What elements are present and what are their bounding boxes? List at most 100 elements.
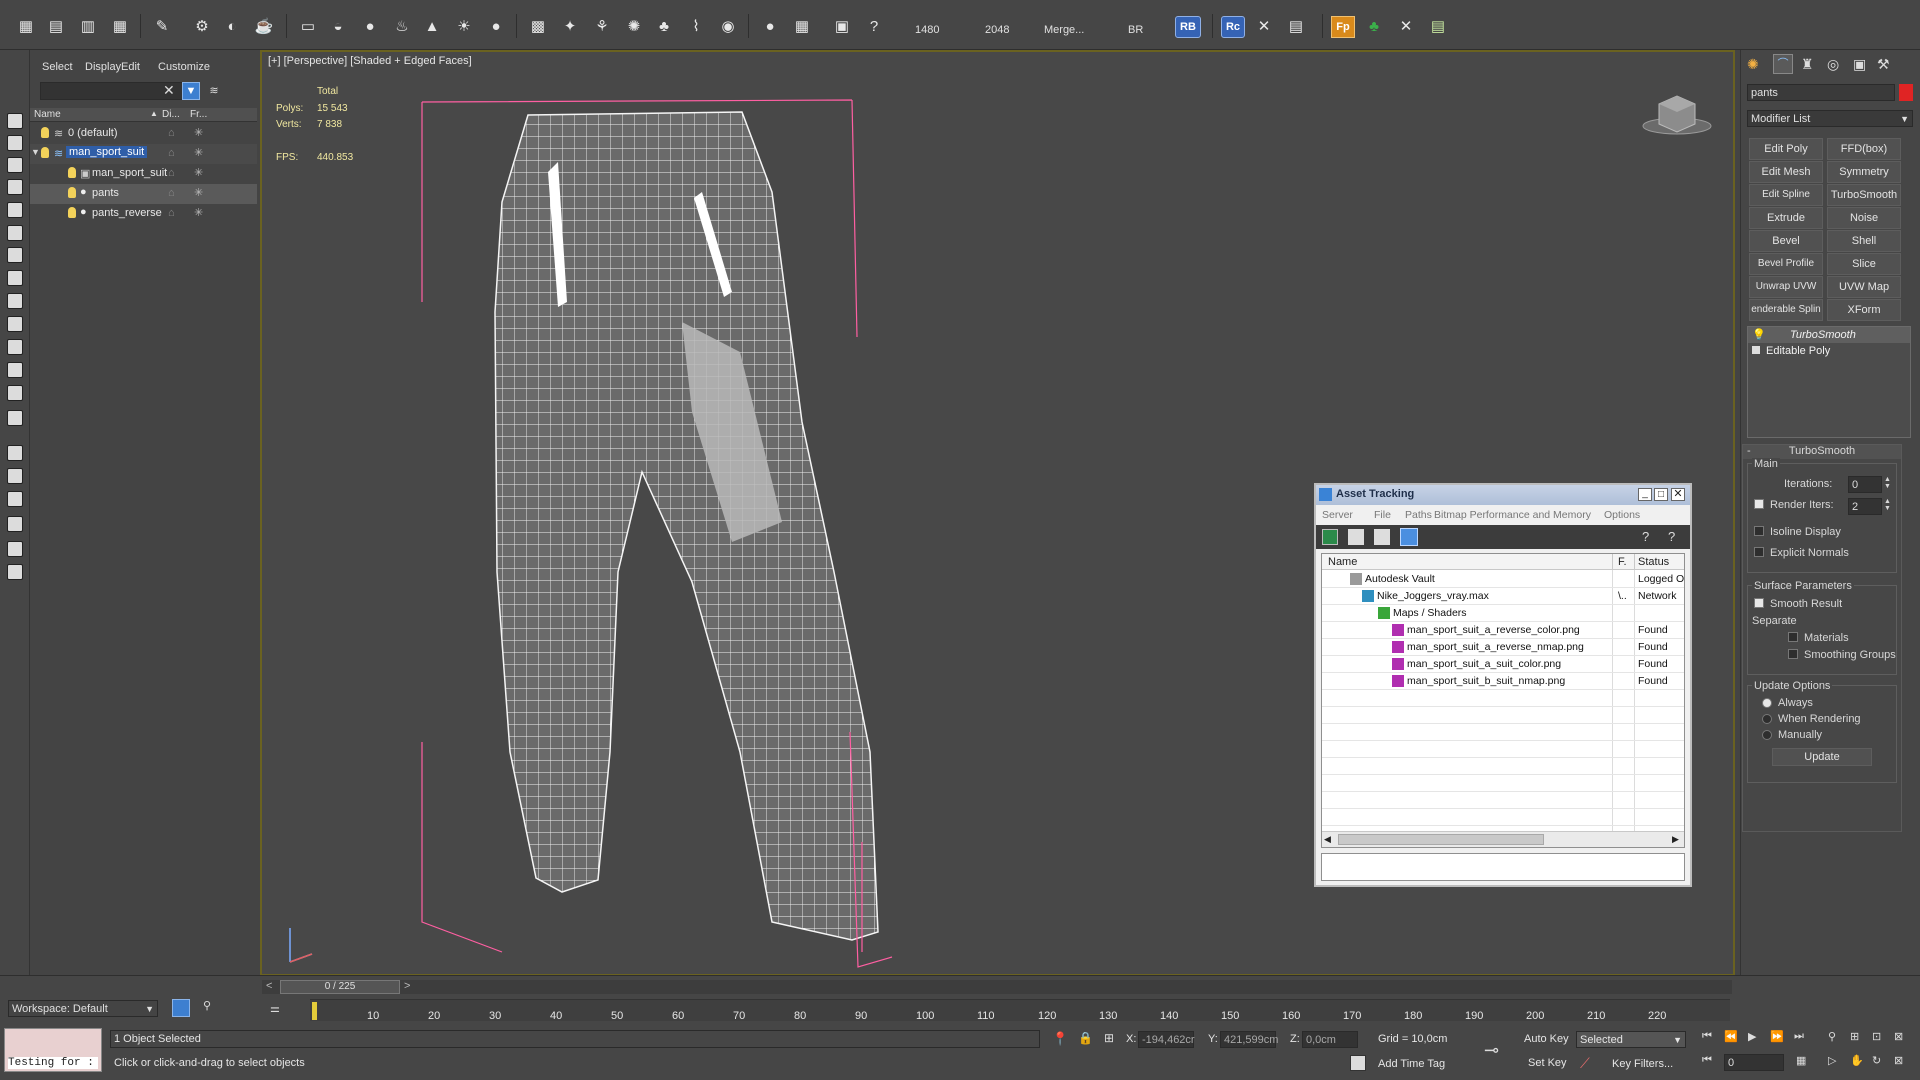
col-status[interactable]: Status <box>1638 556 1669 568</box>
render-iters-spinner[interactable]: 2 <box>1848 498 1882 515</box>
object-color-swatch[interactable] <box>1899 84 1913 101</box>
dome-light-icon[interactable]: ◒ <box>326 14 350 38</box>
zoom-all-icon[interactable]: ⊞ <box>1850 1030 1859 1043</box>
pan-icon[interactable]: ✋ <box>1850 1054 1864 1067</box>
tree-icon[interactable]: ♣ <box>1362 14 1386 38</box>
filter-shape-icon[interactable] <box>7 202 23 218</box>
next-frame-arrow-icon[interactable]: > <box>404 980 410 992</box>
key-filters-button[interactable]: Key Filters... <box>1612 1058 1673 1070</box>
merge-button[interactable]: Merge... <box>1044 24 1084 36</box>
br-button[interactable]: BR <box>1128 24 1143 36</box>
time-tag-icon[interactable] <box>1350 1055 1366 1071</box>
asset-row-texture[interactable]: man_sport_suit_a_reverse_color.png Found <box>1322 622 1684 639</box>
menu-paths[interactable]: Paths <box>1405 509 1432 521</box>
utilities-tab-icon[interactable]: ⚒ <box>1877 56 1890 73</box>
asset-row-texture[interactable]: man_sport_suit_a_suit_color.png Found <box>1322 656 1684 673</box>
freeze-icon[interactable]: ✳ <box>194 146 203 159</box>
help-icon[interactable]: ? <box>1642 529 1649 544</box>
mod-ffd-box-button[interactable]: FFD(box) <box>1827 138 1901 160</box>
menu-edit[interactable]: Edit <box>121 61 140 73</box>
maximize-viewport-icon[interactable]: ⊠ <box>1894 1030 1903 1043</box>
menu-customize[interactable]: Customize <box>158 61 210 73</box>
time-slider-thumb[interactable]: 0 / 225 <box>280 980 400 994</box>
expand-plus-icon[interactable] <box>1752 346 1760 354</box>
minimize-button[interactable]: _ <box>1638 488 1652 501</box>
zoom-icon[interactable]: ⚲ <box>1828 1030 1836 1043</box>
hierarchy-explorer-icon[interactable]: ⚲ <box>198 999 216 1017</box>
filter-light-icon[interactable] <box>7 225 23 241</box>
next-frame-icon[interactable]: ⏩ <box>1770 1030 1784 1043</box>
iterations-spinner[interactable]: 0 <box>1848 476 1882 493</box>
freeze-icon[interactable]: ✳ <box>194 206 203 219</box>
current-frame-marker[interactable] <box>312 1002 317 1020</box>
go-to-end-icon[interactable]: ⏭ <box>1794 1030 1804 1043</box>
refresh-icon[interactable] <box>1322 529 1338 545</box>
menu-select[interactable]: Select <box>42 61 73 73</box>
mod-bevel-profile-button[interactable]: Bevel Profile <box>1749 253 1823 275</box>
asset-row-maps[interactable]: Maps / Shaders <box>1322 605 1684 622</box>
mod-shell-button[interactable]: Shell <box>1827 230 1901 252</box>
orbit-icon[interactable]: ↻ <box>1872 1054 1881 1067</box>
material-sphere-icon[interactable]: ● <box>758 14 782 38</box>
help-icon[interactable]: ? <box>862 14 886 38</box>
mod-turbosmooth-button[interactable]: TurboSmooth <box>1827 184 1901 206</box>
display-icon[interactable]: ⌂ <box>168 187 175 199</box>
visibility-bulb-icon[interactable] <box>68 187 76 198</box>
manually-radio[interactable] <box>1762 730 1772 740</box>
workspace-dropdown[interactable]: Workspace: Default ▼ <box>8 1000 158 1017</box>
bulb-icon[interactable]: 💡 <box>1752 328 1766 341</box>
maxscript-listener[interactable]: Testing for : <box>4 1028 102 1072</box>
display-icon[interactable]: ⌂ <box>168 167 175 179</box>
rollout-header[interactable]: - TurboSmooth <box>1743 445 1901 459</box>
explorer-row-pants[interactable]: ● pants ⌂ ✳ <box>30 184 257 204</box>
lock-icon[interactable]: 🔒 <box>1078 1031 1093 1045</box>
mod-uvw-map-button[interactable]: UVW Map <box>1827 276 1901 298</box>
object-name-field[interactable]: pants <box>1747 84 1895 101</box>
rc-button[interactable]: Rc <box>1221 16 1245 38</box>
scroll-right-icon[interactable]: ▶ <box>1672 834 1679 845</box>
display-icon[interactable]: ⌂ <box>168 147 175 159</box>
asset-row-texture[interactable]: man_sport_suit_a_reverse_nmap.png Found <box>1322 639 1684 656</box>
table-icon[interactable]: ▤ <box>1426 14 1450 38</box>
mod-edit-mesh-button[interactable]: Edit Mesh <box>1749 161 1823 183</box>
spinner-arrows-icon[interactable]: ▲ ▼ <box>1884 498 1891 512</box>
stack-item-turbosmooth[interactable]: 💡 TurboSmooth <box>1748 327 1910 343</box>
isoline-display-checkbox[interactable] <box>1754 526 1764 536</box>
sphere-light-icon[interactable]: ● <box>358 14 382 38</box>
freeze-icon[interactable]: ✳ <box>194 186 203 199</box>
freeze-icon[interactable]: ✳ <box>194 166 203 179</box>
asset-path-field[interactable] <box>1321 853 1685 881</box>
explicit-normals-checkbox[interactable] <box>1754 547 1764 557</box>
render-width[interactable]: 1480 <box>915 24 939 36</box>
prev-frame-arrow-icon[interactable]: < <box>266 980 272 992</box>
display-icon[interactable]: ⌂ <box>168 127 175 139</box>
col-display[interactable]: Di... <box>162 109 180 120</box>
layer-explorer-icon[interactable] <box>172 999 190 1017</box>
filter-hidden-icon[interactable] <box>7 445 23 461</box>
field-of-view-icon[interactable]: ▷ <box>1828 1054 1836 1067</box>
funnel-icon[interactable] <box>7 516 23 532</box>
render-frame-icon[interactable]: ▥ <box>76 14 100 38</box>
rb-button[interactable]: RB <box>1175 16 1201 38</box>
calculator-icon[interactable]: ▦ <box>790 14 814 38</box>
list-view-icon[interactable] <box>1348 529 1364 545</box>
list-icon[interactable]: ▤ <box>1284 14 1308 38</box>
hair-icon[interactable]: ⌇ <box>684 14 708 38</box>
options-icon[interactable] <box>7 564 23 580</box>
tools-icon[interactable]: ✕ <box>1252 14 1276 38</box>
sun-icon[interactable]: ☀ <box>452 14 476 38</box>
timeline-ruler[interactable] <box>310 999 1730 1021</box>
asset-row-vault[interactable]: Autodesk Vault Logged O <box>1322 571 1684 588</box>
ies-light-icon[interactable]: ♨ <box>390 14 414 38</box>
play-icon[interactable]: ▶ <box>1748 1030 1756 1043</box>
visibility-bulb-icon[interactable] <box>41 147 49 158</box>
filter-spacewarp-icon[interactable] <box>7 293 23 309</box>
horizontal-scrollbar[interactable]: ◀ ▶ <box>1322 831 1684 847</box>
mod-edit-spline-button[interactable]: Edit Spline <box>1749 184 1823 206</box>
always-radio[interactable] <box>1762 698 1772 708</box>
particles-icon[interactable]: ✦ <box>558 14 582 38</box>
render-height[interactable]: 2048 <box>985 24 1009 36</box>
mod-noise-button[interactable]: Noise <box>1827 207 1901 229</box>
mod-extrude-button[interactable]: Extrude <box>1749 207 1823 229</box>
mirror-icon[interactable]: ⚙ <box>190 14 214 38</box>
